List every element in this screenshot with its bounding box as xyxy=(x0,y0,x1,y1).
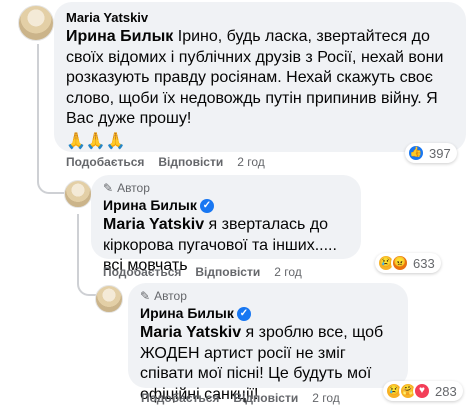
timestamp[interactable]: 2 год xyxy=(274,265,302,279)
love-reaction-icon: ♥ xyxy=(413,382,431,400)
comment-author[interactable]: Ирина Билык xyxy=(103,197,197,213)
comment-text: Ирина Билык Ірино, будь ласка, звертайте… xyxy=(66,27,454,152)
angry-reaction-icon: 😠 xyxy=(391,254,409,272)
comment-author[interactable]: Maria Yatskiv xyxy=(66,10,454,25)
pen-icon: ✎ xyxy=(103,181,114,195)
reaction-count: 397 xyxy=(429,145,451,161)
author-badge: ✎ Автор xyxy=(103,181,349,195)
pen-icon: ✎ xyxy=(140,289,151,303)
author-tag-label: Автор xyxy=(117,181,150,195)
reply-action[interactable]: Відповісти xyxy=(195,265,260,279)
avatar[interactable] xyxy=(95,285,123,313)
reaction-summary[interactable]: 😢 😠 633 xyxy=(375,253,441,273)
mention[interactable]: Maria Yatskiv xyxy=(140,324,241,341)
reply-action[interactable]: Відповісти xyxy=(158,155,223,169)
reaction-count: 283 xyxy=(435,383,457,399)
comment-emoji: 🙏🙏🙏 xyxy=(66,132,126,150)
avatar[interactable] xyxy=(64,180,92,208)
comment-author[interactable]: Ирина Билык xyxy=(140,305,234,321)
comment-actions: Подобається Відповісти 2 год xyxy=(66,155,279,169)
avatar[interactable] xyxy=(18,5,54,41)
verified-icon: ✓ xyxy=(236,307,251,322)
verified-icon: ✓ xyxy=(199,199,214,214)
reaction-summary[interactable]: 😢 🤗 ♥ 283 xyxy=(383,381,463,401)
comment-actions: Подобається Відповісти 2 год xyxy=(103,265,316,279)
comment-bubble: ✎ Автор Ирина Билык ✓ Maria Yatskiv я звер… xyxy=(91,175,361,274)
like-action[interactable]: Подобається xyxy=(103,265,181,279)
timestamp[interactable]: 2 год xyxy=(237,155,265,169)
like-reaction-icon: 👍 xyxy=(407,144,425,162)
like-action[interactable]: Подобається xyxy=(66,155,144,169)
author-badge: ✎ Автор xyxy=(140,289,396,303)
reaction-count: 633 xyxy=(413,255,435,271)
mention[interactable]: Maria Yatskiv xyxy=(103,216,204,233)
reaction-summary[interactable]: 👍 397 xyxy=(405,143,457,163)
author-tag-label: Автор xyxy=(154,289,187,303)
comment-bubble: Maria Yatskiv Ирина Билык Ірино, будь ла… xyxy=(54,2,466,152)
comment-bubble: ✎ Автор Ирина Билык ✓ Maria Yatskiv я зроб… xyxy=(128,283,408,403)
mention[interactable]: Ирина Билык xyxy=(66,28,173,45)
